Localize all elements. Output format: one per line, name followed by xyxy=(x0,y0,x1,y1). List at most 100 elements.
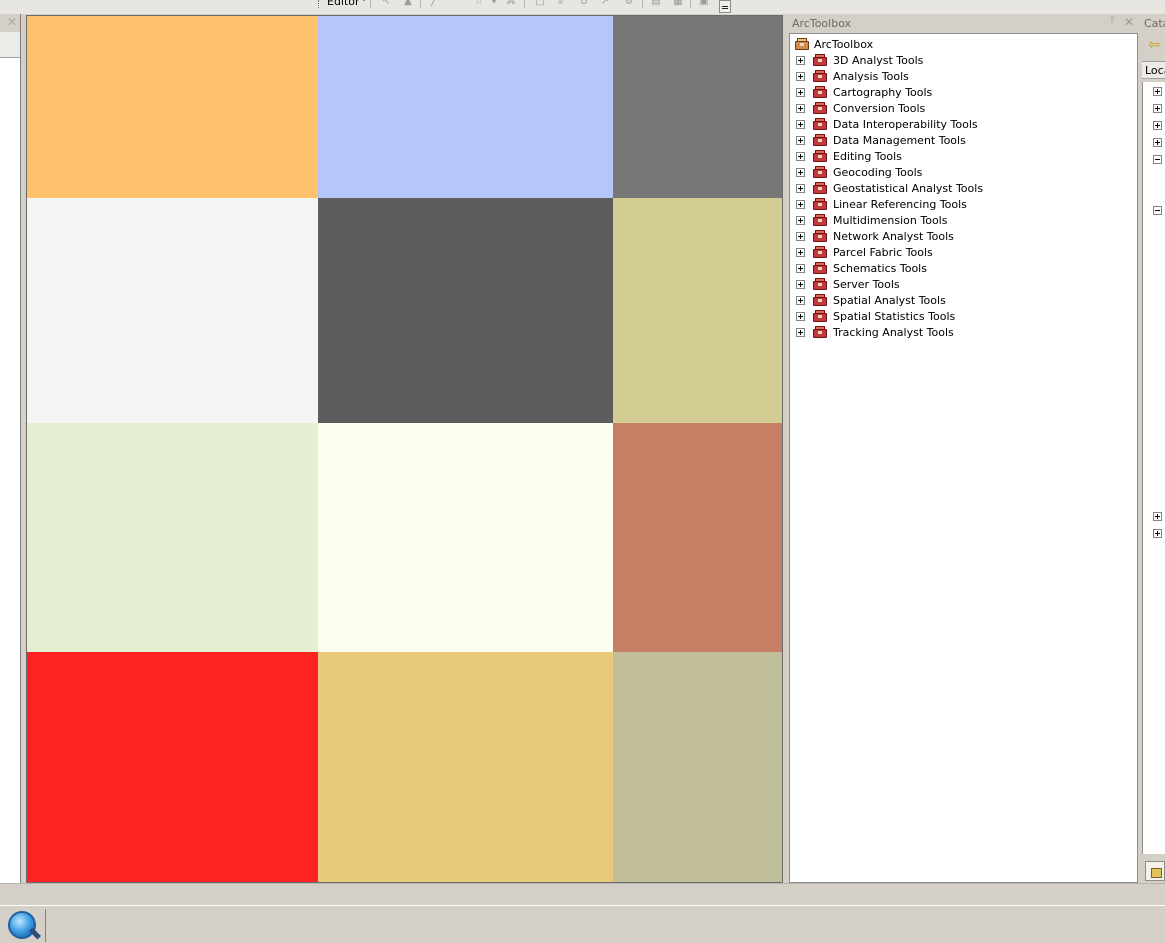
collapse-minus-icon[interactable] xyxy=(1153,155,1162,164)
toolbar-separator xyxy=(642,0,643,8)
expand-plus-icon[interactable] xyxy=(796,184,805,193)
editor-dropdown-arrow-icon[interactable] xyxy=(361,0,367,1)
toolbox-tree-item-label: Data Interoperability Tools xyxy=(833,118,978,131)
arctoolbox-icon xyxy=(794,37,810,51)
expand-plus-icon[interactable] xyxy=(1153,121,1162,130)
expand-plus-icon[interactable] xyxy=(1153,512,1162,521)
toolbar-grip[interactable] xyxy=(318,0,321,8)
expand-plus-icon[interactable] xyxy=(796,136,805,145)
toolbox-icon xyxy=(812,149,828,163)
expand-plus-icon[interactable] xyxy=(1153,529,1162,538)
endpoint-arc-icon[interactable]: ⌒ xyxy=(447,0,461,8)
toolbox-tree: ArcToolbox 3D Analyst Tools Analysis Tool… xyxy=(789,33,1138,883)
close-icon[interactable]: ✕ xyxy=(7,15,17,29)
toc-titlebar: ✕ xyxy=(0,14,20,32)
reshape-icon[interactable]: ♂ xyxy=(578,0,592,8)
toolbox-icon xyxy=(812,165,828,179)
expand-plus-icon[interactable] xyxy=(796,56,805,65)
table-of-contents-pane: ✕ xyxy=(0,14,21,883)
toolbox-tree-item-label: Data Management Tools xyxy=(833,134,966,147)
table-window-icon[interactable]: ▣ xyxy=(697,0,711,8)
expand-plus-icon[interactable] xyxy=(1153,87,1162,96)
toolbar-separator xyxy=(420,0,421,8)
expand-plus-icon[interactable] xyxy=(796,168,805,177)
toolbox-icon xyxy=(812,213,828,227)
toolbox-icon xyxy=(812,325,828,339)
expand-plus-icon[interactable] xyxy=(796,72,805,81)
search-button[interactable] xyxy=(2,909,46,942)
create-features-icon[interactable]: ▦ xyxy=(671,0,685,8)
attributes-icon[interactable]: ⚙ xyxy=(622,0,636,8)
expand-plus-icon[interactable] xyxy=(796,152,805,161)
vertex-icon[interactable]: ⌘ xyxy=(504,0,518,8)
catalog-view-button[interactable] xyxy=(1145,861,1165,881)
editor-menu-button[interactable]: Editor xyxy=(327,0,360,8)
cut-polygons-icon[interactable]: □ xyxy=(533,0,547,8)
raster-cell xyxy=(318,423,613,652)
pin-icon[interactable]: ⫯ xyxy=(1110,15,1114,26)
raster-grid xyxy=(27,16,782,882)
expand-plus-icon[interactable] xyxy=(796,88,805,97)
toolbox-tree-item-label: Linear Referencing Tools xyxy=(833,198,967,211)
taskbar xyxy=(0,905,1165,943)
edit-tool-icon[interactable]: ↖ xyxy=(379,0,393,8)
toolbox-icon xyxy=(812,245,828,259)
raster-cell xyxy=(613,652,782,882)
location-bar[interactable]: Loca xyxy=(1142,61,1165,79)
straight-segment-icon[interactable]: ╱ xyxy=(427,0,441,8)
expand-plus-icon[interactable] xyxy=(796,312,805,321)
expand-plus-icon[interactable] xyxy=(796,200,805,209)
sketch-properties-icon[interactable]: ▤ xyxy=(649,0,663,8)
close-icon[interactable]: ✕ xyxy=(1124,15,1134,29)
expand-plus-icon[interactable] xyxy=(796,232,805,241)
toolbox-icon xyxy=(812,229,828,243)
toolbox-icon xyxy=(812,181,828,195)
toolbox-icon xyxy=(812,69,828,83)
toolbox-tree-item-label: Geocoding Tools xyxy=(833,166,923,179)
trace-icon[interactable]: ☆ xyxy=(472,0,486,8)
expand-plus-icon[interactable] xyxy=(796,216,805,225)
toolbox-tree-item-label: Parcel Fabric Tools xyxy=(833,246,933,259)
toolbox-tree-item-label: Server Tools xyxy=(833,278,900,291)
toolbox-icon xyxy=(812,117,828,131)
catalog-title: Cata xyxy=(1144,17,1165,30)
toolbox-icon xyxy=(812,133,828,147)
expand-plus-icon[interactable] xyxy=(796,248,805,257)
toolbar-options-button[interactable] xyxy=(719,0,731,13)
toolbox-icon xyxy=(812,53,828,67)
raster-cell xyxy=(613,423,782,652)
edit-annotation-icon[interactable]: ▲ xyxy=(401,0,415,8)
arctoolbox-titlebar: ArcToolbox ⫯ ✕ xyxy=(789,14,1139,32)
split-icon[interactable]: ⫻ xyxy=(554,0,568,8)
toolbox-tree-item-label: Conversion Tools xyxy=(833,102,926,115)
toolbox-icon xyxy=(812,197,828,211)
expand-plus-icon[interactable] xyxy=(1153,138,1162,147)
back-arrow-icon[interactable]: ⇦ xyxy=(1144,35,1164,55)
toolbox-icon xyxy=(812,277,828,291)
raster-cell xyxy=(318,16,613,198)
raster-cell xyxy=(613,16,782,198)
expand-plus-icon[interactable] xyxy=(1153,104,1162,113)
expand-plus-icon[interactable] xyxy=(796,264,805,273)
raster-cell xyxy=(27,198,318,423)
toolbox-tree-item-label: Network Analyst Tools xyxy=(833,230,954,243)
toolbox-tree-item-label: Analysis Tools xyxy=(833,70,909,83)
arctoolbox-title: ArcToolbox xyxy=(792,17,852,30)
map-view[interactable] xyxy=(26,15,783,883)
toolbox-icon xyxy=(812,309,828,323)
catalog-pane: Cata ⇦ Loca xyxy=(1141,14,1165,883)
toolbox-tree-item-label: Schematics Tools xyxy=(833,262,927,275)
raster-cell xyxy=(27,16,318,198)
expand-plus-icon[interactable] xyxy=(796,280,805,289)
toolbox-icon xyxy=(812,85,828,99)
expand-plus-icon[interactable] xyxy=(796,328,805,337)
expand-plus-icon[interactable] xyxy=(796,104,805,113)
rotate-icon[interactable]: ↗ xyxy=(598,0,612,8)
toolbar-separator xyxy=(690,0,691,8)
toolbar-separator xyxy=(370,0,371,8)
location-label: Loca xyxy=(1145,64,1165,77)
trace-dropdown-icon[interactable]: ▾ xyxy=(487,0,501,8)
collapse-minus-icon[interactable] xyxy=(1153,206,1162,215)
expand-plus-icon[interactable] xyxy=(796,296,805,305)
expand-plus-icon[interactable] xyxy=(796,120,805,129)
